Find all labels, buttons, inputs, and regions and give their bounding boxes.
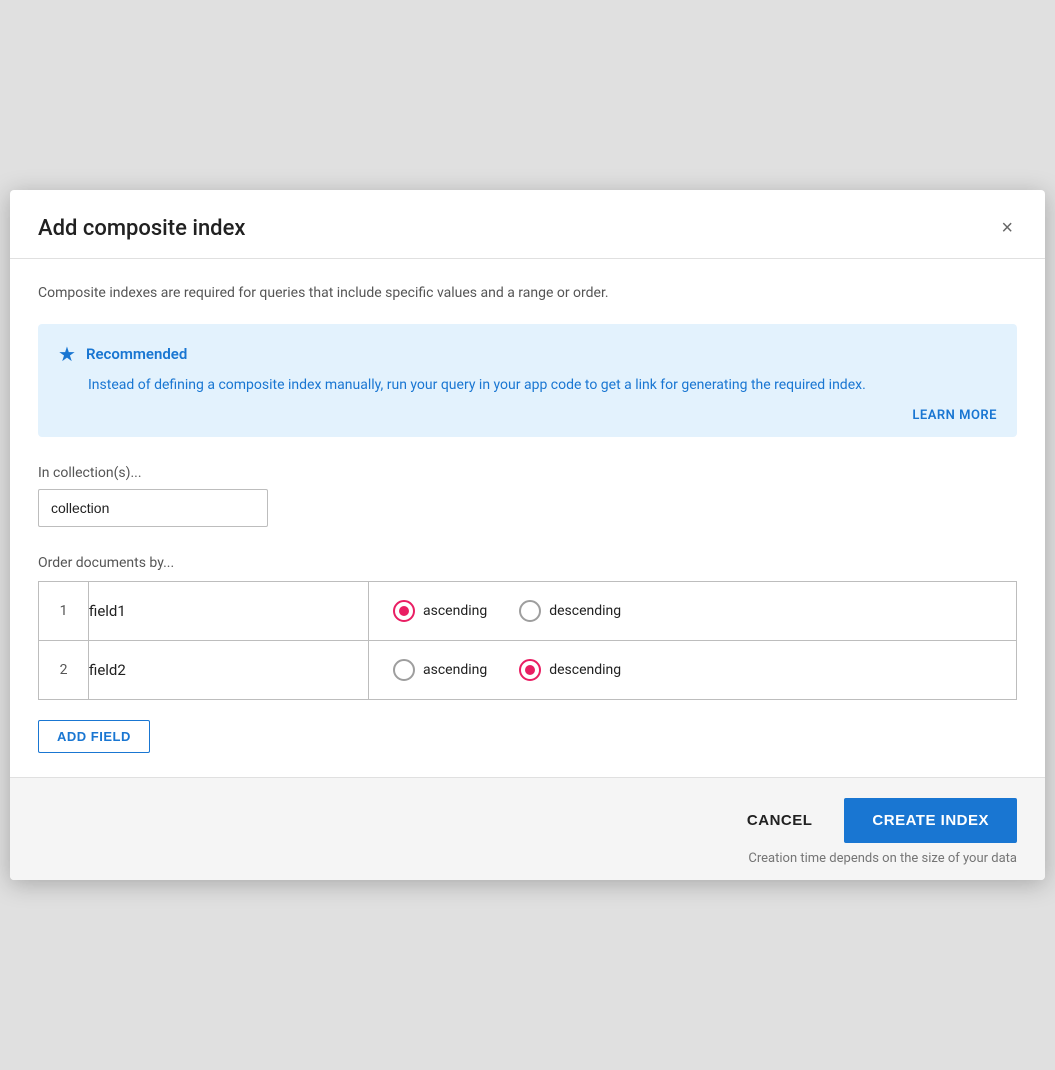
ascending-label-1: ascending — [423, 603, 487, 619]
learn-more-link[interactable]: LEARN MORE — [912, 408, 997, 423]
ascending-radio-inner-1 — [399, 606, 409, 616]
add-field-button[interactable]: ADD FIELD — [38, 720, 150, 753]
cancel-button[interactable]: CANCEL — [727, 800, 833, 841]
table-row: 2 field2 ascending — [39, 640, 1017, 699]
learn-more-row: LEARN MORE — [58, 407, 997, 423]
ascending-label-2: ascending — [423, 662, 487, 678]
descending-radio-outer-1 — [519, 600, 541, 622]
row-number-2: 2 — [39, 640, 89, 699]
collection-label: In collection(s)... — [38, 465, 1017, 481]
description-text: Composite indexes are required for queri… — [38, 283, 1017, 304]
fields-table: 1 field1 ascending — [38, 581, 1017, 700]
dialog-body: Composite indexes are required for queri… — [10, 259, 1045, 776]
add-composite-index-dialog: Add composite index × Composite indexes … — [10, 190, 1045, 879]
dialog-footer: CANCEL CREATE INDEX Creation time depend… — [10, 777, 1045, 880]
collection-section: In collection(s)... — [38, 465, 1017, 527]
dialog-title: Add composite index — [38, 216, 245, 241]
descending-radio-inner-2 — [525, 665, 535, 675]
descending-radio-outer-2 — [519, 659, 541, 681]
descending-radio-2[interactable]: descending — [519, 659, 621, 681]
footer-note: Creation time depends on the size of you… — [748, 851, 1017, 866]
descending-label-2: descending — [549, 662, 621, 678]
info-box-body: Instead of defining a composite index ma… — [88, 374, 997, 396]
order-label: Order documents by... — [38, 555, 1017, 571]
descending-label-1: descending — [549, 603, 621, 619]
order-options-2: ascending descending — [369, 640, 1017, 699]
dialog-header: Add composite index × — [10, 190, 1045, 259]
ascending-radio-1[interactable]: ascending — [393, 600, 487, 622]
footer-buttons: CANCEL CREATE INDEX — [727, 798, 1017, 843]
star-icon: ★ — [58, 342, 76, 366]
order-section: Order documents by... 1 field1 — [38, 555, 1017, 753]
order-options-1: ascending descending — [369, 581, 1017, 640]
info-box-title: Recommended — [86, 345, 187, 363]
ascending-radio-outer-1 — [393, 600, 415, 622]
ascending-radio-outer-2 — [393, 659, 415, 681]
info-box: ★ Recommended Instead of defining a comp… — [38, 324, 1017, 436]
table-row: 1 field1 ascending — [39, 581, 1017, 640]
field-name-1: field1 — [89, 581, 369, 640]
field-name-2: field2 — [89, 640, 369, 699]
collection-input[interactable] — [38, 489, 268, 527]
create-index-button[interactable]: CREATE INDEX — [844, 798, 1017, 843]
order-options-row-2: ascending descending — [369, 641, 1016, 699]
close-button[interactable]: × — [997, 214, 1017, 242]
ascending-radio-2[interactable]: ascending — [393, 659, 487, 681]
row-number-1: 1 — [39, 581, 89, 640]
info-box-header: ★ Recommended — [58, 342, 997, 366]
descending-radio-1[interactable]: descending — [519, 600, 621, 622]
order-options-row-1: ascending descending — [369, 582, 1016, 640]
